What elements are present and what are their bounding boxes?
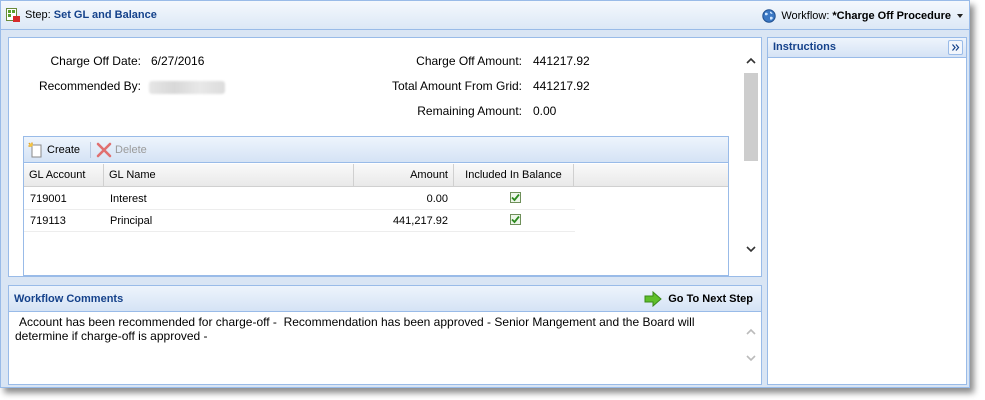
- gl-account-cell: 719113: [30, 215, 66, 227]
- recommended-by-value-redacted: [149, 81, 225, 94]
- column-header-amount[interactable]: Amount: [354, 164, 454, 187]
- chevron-down-icon: [957, 14, 963, 18]
- charge-off-date-label: Charge Off Date:: [50, 54, 142, 68]
- charge-off-amount-label: Charge Off Amount:: [416, 54, 522, 68]
- title-bar: Step: Set GL and Balance Workflow: *Char…: [1, 1, 969, 30]
- column-header-gl-account[interactable]: GL Account: [24, 164, 104, 187]
- create-icon: [28, 142, 42, 158]
- amount-cell: 0.00: [426, 193, 448, 205]
- amount-cell: 441,217.92: [392, 215, 448, 227]
- checkbox-checked-icon[interactable]: [510, 214, 521, 225]
- column-header-gl-name[interactable]: GL Name: [104, 164, 354, 187]
- scroll-up-icon[interactable]: [744, 325, 758, 339]
- next-step-label: Go To Next Step: [668, 293, 753, 305]
- globe-icon: [762, 9, 777, 23]
- step-prefix: Step:: [25, 9, 51, 21]
- step-icon: [6, 8, 20, 22]
- step-title: Step: Set GL and Balance: [25, 9, 157, 21]
- instructions-panel: Instructions: [767, 37, 967, 385]
- comments-textarea[interactable]: Account has been recommended for charge-…: [11, 315, 739, 343]
- charge-off-date-value: 6/27/2016: [151, 54, 205, 68]
- comments-header: Workflow Comments Go To Next Step: [9, 286, 761, 312]
- gl-grid: Create Delete GL Account GL Name Amount …: [23, 136, 729, 276]
- scroll-up-icon[interactable]: [744, 54, 758, 68]
- delete-label: Delete: [115, 144, 147, 156]
- instructions-header: Instructions: [768, 38, 966, 58]
- scroll-down-icon[interactable]: [744, 242, 758, 256]
- collapse-right-icon[interactable]: [948, 40, 963, 55]
- scroll-down-icon[interactable]: [744, 351, 758, 365]
- gl-account-cell: 719001: [30, 193, 67, 205]
- workflow-window: Step: Set GL and Balance Workflow: *Char…: [0, 0, 970, 388]
- comments-title: Workflow Comments: [14, 293, 124, 305]
- workflow-menu[interactable]: Workflow: *Charge Off Procedure: [762, 7, 963, 25]
- main-scrollbar[interactable]: [741, 38, 761, 276]
- table-row[interactable]: 719113 Principal 441,217.92: [24, 210, 575, 232]
- comments-scrollbar[interactable]: [741, 313, 761, 384]
- recommended-by-label: Recommended By:: [38, 79, 141, 93]
- grid-header: GL Account GL Name Amount Included In Ba…: [24, 164, 728, 187]
- instructions-title: Instructions: [773, 41, 836, 53]
- toolbar-divider: [90, 142, 91, 158]
- delete-button[interactable]: Delete: [96, 142, 147, 158]
- step-name: Set GL and Balance: [53, 9, 157, 21]
- total-from-grid-value: 441217.92: [533, 79, 590, 93]
- workflow-name: *Charge Off Procedure: [832, 10, 951, 22]
- gl-name-cell: Principal: [110, 215, 153, 227]
- grid-toolbar: Create Delete: [24, 137, 728, 163]
- delete-icon: [96, 142, 112, 158]
- arrow-right-icon: [644, 291, 663, 307]
- remaining-amount-value: 0.00: [533, 104, 557, 118]
- gl-name-cell: Interest: [110, 193, 147, 205]
- go-to-next-step-button[interactable]: Go To Next Step: [644, 290, 753, 308]
- scroll-thumb[interactable]: [744, 73, 758, 161]
- create-button[interactable]: Create: [28, 142, 80, 158]
- charge-off-amount-value: 441217.92: [533, 54, 590, 68]
- create-label: Create: [47, 144, 81, 156]
- table-row[interactable]: 719001 Interest 0.00: [24, 188, 575, 210]
- workflow-label: Workflow:: [781, 10, 830, 22]
- checkbox-checked-icon[interactable]: [510, 192, 521, 203]
- charge-off-panel: Charge Off Date: 6/27/2016 Recommended B…: [8, 37, 762, 277]
- workflow-comments-panel: Workflow Comments Go To Next Step Accoun…: [8, 285, 762, 385]
- total-from-grid-label: Total Amount From Grid:: [391, 79, 522, 93]
- remaining-amount-label: Remaining Amount:: [417, 104, 522, 118]
- column-header-included[interactable]: Included In Balance: [454, 164, 574, 187]
